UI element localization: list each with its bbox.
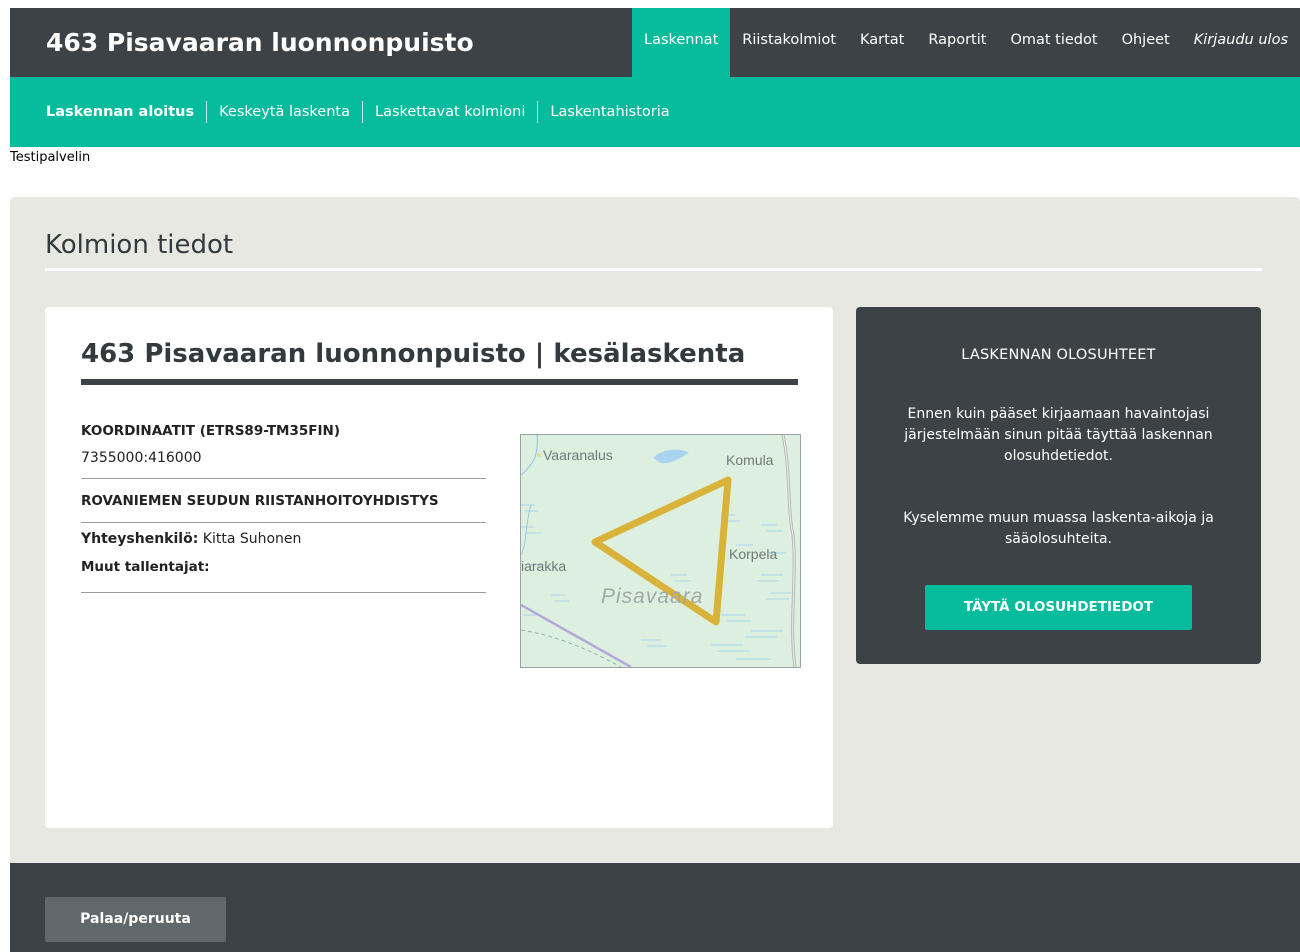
map-label-pisavaara: Pisavaara bbox=[601, 585, 703, 608]
main-panel: Kolmion tiedot 463 Pisavaaran luonnonpui… bbox=[10, 197, 1300, 863]
footer-bar: Palaa/peruuta bbox=[10, 863, 1300, 952]
triangle-info-card: 463 Pisavaaran luonnonpuisto | kesälaske… bbox=[45, 307, 833, 828]
nav-item-kartat[interactable]: Kartat bbox=[848, 8, 916, 77]
map-point-icon bbox=[537, 453, 541, 457]
nav-item-laskennat[interactable]: Laskennat bbox=[631, 8, 731, 77]
coordinates-heading: KOORDINAATIT (ETRS89-TM35FIN) bbox=[81, 423, 340, 439]
subnav-item-laskettavat-kolmioni[interactable]: Laskettavat kolmioni bbox=[361, 101, 537, 123]
conditions-title: LASKENNAN OLOSUHTEET bbox=[961, 347, 1156, 363]
card-title: 463 Pisavaaran luonnonpuisto | kesälaske… bbox=[81, 339, 746, 369]
sub-bar: Laskennan aloitus Keskeytä laskenta Lask… bbox=[10, 77, 1300, 147]
subnav-item-laskennan-aloitus[interactable]: Laskennan aloitus bbox=[34, 101, 206, 123]
map-svg: Vaaranalus Komula Korpela iarakka Pisava… bbox=[521, 435, 800, 667]
conditions-intro-text: Ennen kuin pääset kirjaamaan havaintojas… bbox=[904, 406, 1213, 464]
nav-item-ohjeet[interactable]: Ohjeet bbox=[1110, 8, 1182, 77]
back-cancel-button[interactable]: Palaa/peruuta bbox=[45, 897, 226, 942]
card-title-divider bbox=[81, 379, 798, 385]
hunting-association-heading: ROVANIEMEN SEUDUN RIISTANHOITOYHDISTYS bbox=[81, 479, 486, 523]
main-nav: Laskennat Riistakolmiot Kartat Raportit … bbox=[631, 8, 1300, 77]
subnav-item-keskeyta-laskenta[interactable]: Keskeytä laskenta bbox=[206, 101, 362, 123]
contact-person-value: Kitta Suhonen bbox=[202, 531, 302, 547]
coordinates-value: 7355000:416000 bbox=[81, 443, 486, 479]
site-title: 463 Pisavaaran luonnonpuisto bbox=[46, 28, 474, 57]
triangle-map[interactable]: Vaaranalus Komula Korpela iarakka Pisava… bbox=[520, 434, 801, 668]
contact-person-label: Yhteyshenkilö: bbox=[81, 531, 199, 547]
nav-item-omat-tiedot[interactable]: Omat tiedot bbox=[998, 8, 1109, 77]
map-label-harakka: iarakka bbox=[521, 558, 566, 574]
top-bar: 463 Pisavaaran luonnonpuisto Laskennat R… bbox=[10, 8, 1300, 77]
conditions-card: LASKENNAN OLOSUHTEET Ennen kuin pääset k… bbox=[856, 307, 1261, 664]
environment-label: Testipalvelin bbox=[10, 150, 91, 165]
contact-person-row: Yhteyshenkilö: Kitta Suhonen bbox=[81, 523, 486, 555]
fill-conditions-button[interactable]: TÄYTÄ OLOSUHDETIEDOT bbox=[925, 585, 1192, 630]
other-recorders-label: Muut tallentajat: bbox=[81, 559, 210, 575]
map-label-komula: Komula bbox=[726, 452, 774, 468]
section-title: Kolmion tiedot bbox=[45, 230, 234, 260]
triangle-details: KOORDINAATIT (ETRS89-TM35FIN) 7355000:41… bbox=[81, 419, 486, 593]
map-label-vaaranalus: Vaaranalus bbox=[543, 447, 613, 463]
nav-item-logout[interactable]: Kirjaudu ulos bbox=[1182, 8, 1300, 77]
section-divider bbox=[45, 268, 1262, 271]
other-recorders-row: Muut tallentajat: bbox=[81, 555, 486, 593]
nav-item-raportit[interactable]: Raportit bbox=[916, 8, 998, 77]
map-label-korpela: Korpela bbox=[729, 546, 777, 562]
subnav-item-laskentahistoria[interactable]: Laskentahistoria bbox=[537, 101, 681, 123]
conditions-detail-text: Kyselemme muun muassa laskenta-aikoja ja… bbox=[903, 510, 1214, 547]
nav-item-riistakolmiot[interactable]: Riistakolmiot bbox=[730, 8, 848, 77]
sub-nav: Laskennan aloitus Keskeytä laskenta Lask… bbox=[34, 77, 682, 147]
